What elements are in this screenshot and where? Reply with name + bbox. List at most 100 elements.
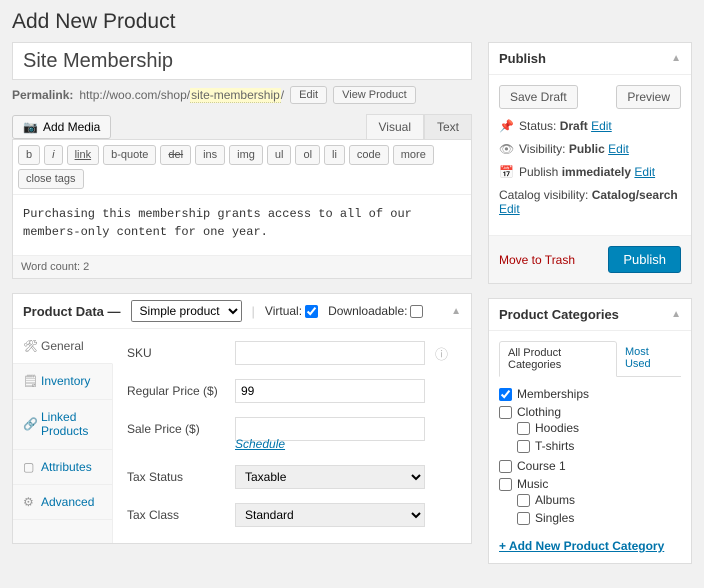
qt-code[interactable]: code <box>349 145 389 165</box>
catalog-value: Catalog/search <box>592 188 678 202</box>
help-icon[interactable]: ⓘ <box>435 344 448 363</box>
content-editor[interactable]: Purchasing this membership grants access… <box>13 195 471 255</box>
category-label[interactable]: T-shirts <box>517 439 681 453</box>
sale-price-label: Sale Price ($) <box>127 422 225 436</box>
link-icon: 🔗 <box>23 417 35 431</box>
category-name: Singles <box>535 511 574 525</box>
product-type-select[interactable]: Simple product <box>131 300 242 322</box>
regular-price-input[interactable] <box>235 379 425 403</box>
add-media-button[interactable]: 📷 Add Media <box>12 115 111 139</box>
product-data-header: Product Data — Simple product | Virtual:… <box>13 294 471 329</box>
permalink-base: http://woo.com/shop/ <box>79 88 190 102</box>
calendar-icon: 📅 <box>499 165 513 179</box>
categories-title: Product Categories <box>499 307 619 322</box>
edit-status-link[interactable]: Edit <box>591 119 612 133</box>
category-item: Memberships <box>499 385 681 403</box>
qt-bquote[interactable]: b-quote <box>103 145 156 165</box>
category-label[interactable]: Singles <box>517 511 681 525</box>
chevron-up-icon[interactable]: ▲ <box>671 53 681 64</box>
qt-more[interactable]: more <box>393 145 434 165</box>
permalink-slug: site-membership <box>190 88 281 103</box>
product-title-input[interactable] <box>12 42 472 80</box>
virtual-toggle[interactable]: Virtual: <box>265 304 318 318</box>
editor: b i link b-quote del ins img ul ol li co… <box>12 139 472 279</box>
category-label[interactable]: Music <box>499 477 681 491</box>
qt-b[interactable]: b <box>18 145 40 165</box>
word-count-value: 2 <box>83 261 89 273</box>
publish-button[interactable]: Publish <box>608 246 681 273</box>
camera-icon: 📷 <box>23 120 38 134</box>
category-name: Albums <box>535 493 575 507</box>
qt-close[interactable]: close tags <box>18 169 84 189</box>
tab-advanced[interactable]: ⚙Advanced <box>13 485 112 520</box>
tax-status-label: Tax Status <box>127 470 225 484</box>
sku-input[interactable] <box>235 341 425 365</box>
qt-li[interactable]: li <box>324 145 345 165</box>
product-data-box: Product Data — Simple product | Virtual:… <box>12 293 472 544</box>
category-list: Memberships Clothing Hoodies T-shirts Course… <box>499 385 681 529</box>
chevron-up-icon[interactable]: ▲ <box>451 306 461 317</box>
publish-box: Publish ▲ Save Draft Preview 📌 Status: D… <box>488 42 692 284</box>
edit-publish-date-link[interactable]: Edit <box>634 165 655 179</box>
category-checkbox[interactable] <box>499 478 512 491</box>
qt-i[interactable]: i <box>44 145 62 165</box>
category-item: Albums <box>517 491 681 509</box>
tab-text[interactable]: Text <box>424 114 472 139</box>
publish-title: Publish <box>499 51 546 66</box>
category-item: Hoodies <box>517 419 681 437</box>
page-title: Add New Product <box>12 10 692 34</box>
add-category-link[interactable]: + Add New Product Category <box>499 539 664 553</box>
category-checkbox[interactable] <box>499 406 512 419</box>
tab-visual[interactable]: Visual <box>366 114 424 139</box>
tax-status-select[interactable]: Taxable <box>235 465 425 489</box>
qt-link[interactable]: link <box>67 145 100 165</box>
tab-inventory[interactable]: 🗒Inventory <box>13 364 112 399</box>
category-label[interactable]: Course 1 <box>499 459 681 473</box>
publish-when: immediately <box>562 165 631 179</box>
preview-button[interactable]: Preview <box>616 85 681 109</box>
tab-most-used[interactable]: Most Used <box>617 341 681 376</box>
tab-attributes[interactable]: ▢Attributes <box>13 450 112 485</box>
qt-ins[interactable]: ins <box>195 145 225 165</box>
categories-box: Product Categories ▲ All Product Categor… <box>488 298 692 564</box>
category-name: Memberships <box>517 387 589 401</box>
permalink-edit-button[interactable]: Edit <box>290 86 327 104</box>
virtual-checkbox[interactable] <box>305 305 318 318</box>
category-checkbox[interactable] <box>517 422 530 435</box>
category-item: Music Albums Singles <box>499 475 681 529</box>
category-checkbox[interactable] <box>517 440 530 453</box>
edit-visibility-link[interactable]: Edit <box>608 142 629 156</box>
category-checkbox[interactable] <box>517 494 530 507</box>
category-name: Course 1 <box>517 459 566 473</box>
qt-img[interactable]: img <box>229 145 263 165</box>
product-data-title: Product Data <box>23 304 104 319</box>
sku-label: SKU <box>127 346 225 360</box>
qt-ol[interactable]: ol <box>295 145 320 165</box>
move-to-trash-link[interactable]: Move to Trash <box>499 253 575 267</box>
tab-all-categories[interactable]: All Product Categories <box>499 341 617 377</box>
category-label[interactable]: Memberships <box>499 387 681 401</box>
permalink-row: Permalink: http://woo.com/shop/site-memb… <box>12 86 472 104</box>
qt-ul[interactable]: ul <box>267 145 292 165</box>
chevron-up-icon[interactable]: ▲ <box>671 309 681 320</box>
category-item: T-shirts <box>517 437 681 455</box>
category-checkbox[interactable] <box>517 512 530 525</box>
downloadable-toggle[interactable]: Downloadable: <box>328 304 423 318</box>
tab-linked-products[interactable]: 🔗Linked Products <box>13 400 112 450</box>
category-checkbox[interactable] <box>499 388 512 401</box>
add-media-label: Add Media <box>43 120 100 134</box>
category-label[interactable]: Albums <box>517 493 681 507</box>
category-item: Singles <box>517 509 681 527</box>
qt-del[interactable]: del <box>160 145 191 165</box>
downloadable-checkbox[interactable] <box>410 305 423 318</box>
tab-general[interactable]: 🛠General <box>13 329 113 364</box>
category-checkbox[interactable] <box>499 460 512 473</box>
word-count-label: Word count: <box>21 261 80 273</box>
save-draft-button[interactable]: Save Draft <box>499 85 578 109</box>
category-label[interactable]: Hoodies <box>517 421 681 435</box>
gear-icon: ⚙ <box>23 495 35 509</box>
edit-catalog-link[interactable]: Edit <box>499 202 520 216</box>
view-product-button[interactable]: View Product <box>333 86 416 104</box>
category-label[interactable]: Clothing <box>499 405 681 419</box>
eye-icon: 👁 <box>499 142 513 156</box>
